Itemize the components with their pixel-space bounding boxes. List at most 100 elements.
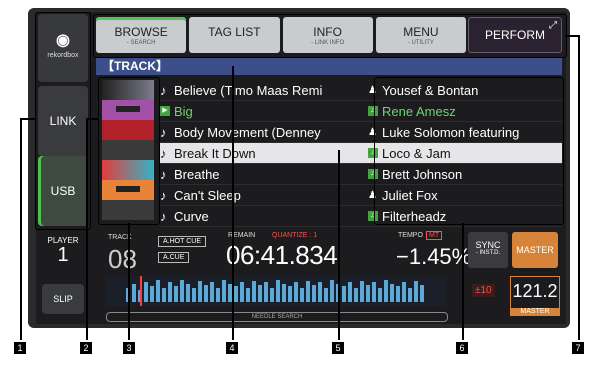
auto-cue-indicator: A.CUE <box>158 252 190 263</box>
track-row[interactable]: ♪ Believe (Timo Maas Remi ♟ Yousef & Bonta… <box>160 80 562 101</box>
track-row[interactable]: ▶ Big ♫ Rene Amesz <box>160 101 562 122</box>
perform-label: PERFORM <box>485 28 545 42</box>
time-display: 06:41.834 <box>226 240 338 270</box>
leader-line-3 <box>128 223 130 340</box>
media-source-panel: ◉ rekordbox LINK USB <box>38 14 88 226</box>
music-note-icon: ♪ <box>160 82 167 98</box>
track-row-selected[interactable]: ♪ Break It Down ♫ Loco & Jam <box>160 143 562 164</box>
tempo-range-indicator: ±10 <box>472 284 495 297</box>
track-artist: Filterheadz <box>382 208 447 224</box>
leader-line-1 <box>20 118 22 340</box>
artwork-thumbnail <box>102 80 154 100</box>
callout-number-6: 6 <box>456 342 468 354</box>
track-title: Breathe <box>174 166 220 182</box>
link-button[interactable]: LINK <box>38 86 88 156</box>
track-row[interactable]: ♪ Body Movement (Denney ♟ Luke Solomon fea… <box>160 122 562 143</box>
leader-line-5 <box>338 150 340 340</box>
sync-label: SYNC <box>475 240 501 250</box>
tab-browse-label: BROWSE <box>114 25 168 39</box>
playlist-icon: ♫ <box>368 148 378 158</box>
usb-button[interactable]: USB <box>38 156 88 226</box>
tab-tag-list[interactable]: TAG LIST <box>189 17 280 53</box>
tab-info-sub: - LINK INFO <box>311 40 345 46</box>
track-artist: Yousef & Bontan <box>382 82 479 98</box>
leader-line-2 <box>86 118 98 120</box>
perform-button[interactable]: PERFORM ⤢ <box>468 17 562 53</box>
tempo-label: TEMPO <box>398 232 423 239</box>
auto-hot-cue-indicator: A.HOT CUE <box>158 236 206 247</box>
tab-menu-sub: - UTILITY <box>407 40 434 46</box>
list-header: 【TRACK】 <box>96 57 562 75</box>
rekordbox-label: rekordbox <box>47 52 79 59</box>
player-number: 1 <box>57 244 69 266</box>
playlist-icon: ♫ <box>368 106 378 116</box>
music-note-icon: ♪ <box>160 187 167 203</box>
artwork-column <box>102 80 154 220</box>
callout-number-3: 3 <box>123 342 135 354</box>
waveform[interactable] <box>106 276 446 306</box>
person-icon: ♟ <box>368 189 377 201</box>
master-tempo-tag: MT <box>426 231 443 240</box>
tempo-value: −1.45% <box>396 244 472 269</box>
playlist-icon: ♫ <box>368 211 378 221</box>
callout-number-4: 4 <box>226 342 238 354</box>
rekordbox-logo-icon: ◉ <box>56 32 70 49</box>
track-list: ♪ Believe (Timo Maas Remi ♟ Yousef & Bonta… <box>160 80 562 227</box>
quantize-label: QUANTIZE : 1 <box>272 232 318 239</box>
artwork-thumbnail <box>102 200 154 220</box>
leader-line-7 <box>565 35 579 37</box>
person-icon: ♟ <box>368 84 377 96</box>
artwork-thumbnail <box>102 180 154 200</box>
tab-info-label: INFO <box>313 25 342 39</box>
track-title: Curve <box>174 208 209 224</box>
artwork-thumbnail <box>102 140 154 160</box>
artwork-thumbnail <box>102 120 154 140</box>
performance-panel: TRACK 08 A.HOT CUE A.CUE REMAIN QUANTIZE… <box>96 226 562 322</box>
music-note-icon: ♪ <box>160 208 167 224</box>
track-title: Can't Sleep <box>174 187 241 203</box>
music-note-icon: ♪ <box>160 124 167 140</box>
rekordbox-button[interactable]: ◉ rekordbox <box>38 14 88 82</box>
tab-menu-label: MENU <box>403 25 439 39</box>
artwork-thumbnail <box>102 100 154 120</box>
leader-line-7 <box>578 35 580 340</box>
track-number: 08 <box>108 244 137 274</box>
track-artist: Brett Johnson <box>382 166 463 182</box>
sync-sub-label: - INST.D. <box>475 250 501 256</box>
track-row[interactable]: ♪ Curve ♫ Filterheadz <box>160 206 562 227</box>
leader-line-2 <box>86 118 88 340</box>
expand-icon: ⤢ <box>549 20 557 31</box>
track-title: Big <box>174 103 193 119</box>
callout-number-7: 7 <box>572 342 584 354</box>
tab-browse-sub: - SEARCH <box>126 40 156 46</box>
bpm-master-label: MASTER <box>511 308 559 315</box>
bpm-value: 121.2 <box>512 281 558 301</box>
track-title: Break It Down <box>174 145 256 161</box>
tab-info[interactable]: INFO - LINK INFO <box>282 17 373 53</box>
artwork-thumbnail <box>102 160 154 180</box>
callout-number-2: 2 <box>80 342 92 354</box>
leader-line-6 <box>462 223 464 340</box>
music-note-icon: ♪ <box>160 145 167 161</box>
playlist-icon: ♫ <box>368 169 378 179</box>
tab-browse[interactable]: BROWSE - SEARCH <box>96 17 187 53</box>
track-title: Body Movement (Denney <box>174 124 321 140</box>
callout-number-1: 1 <box>14 342 26 354</box>
play-icon: ▶ <box>160 106 170 116</box>
bpm-display: 121.2 MASTER <box>510 276 560 316</box>
track-title: Believe (Timo Maas Remi <box>174 82 323 98</box>
callout-number-5: 5 <box>332 342 344 354</box>
slip-button[interactable]: SLIP <box>42 284 84 314</box>
player-indicator: PLAYER 1 <box>40 232 86 272</box>
track-artist: Luke Solomon featuring <box>382 124 520 140</box>
track-artist: Juliet Fox <box>382 187 438 203</box>
sync-button[interactable]: SYNC - INST.D. <box>468 232 508 268</box>
track-row[interactable]: ♪ Can't Sleep ♟ Juliet Fox <box>160 185 562 206</box>
leader-line-4 <box>232 66 234 340</box>
track-row[interactable]: ♪ Breathe ♫ Brett Johnson <box>160 164 562 185</box>
tab-menu[interactable]: MENU - UTILITY <box>375 17 466 53</box>
track-artist: Rene Amesz <box>382 103 456 119</box>
tab-bar: BROWSE - SEARCH TAG LIST INFO - LINK INF… <box>96 17 466 53</box>
needle-search-bar[interactable]: NEEDLE SEARCH <box>106 312 448 322</box>
master-button[interactable]: MASTER <box>512 232 558 268</box>
